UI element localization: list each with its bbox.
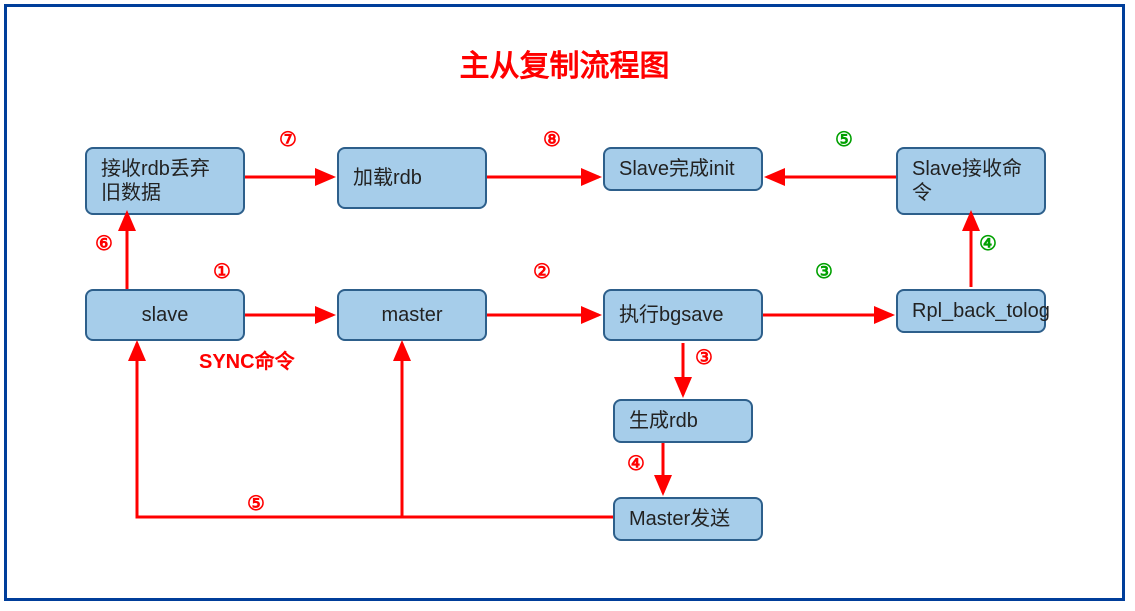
diagram-frame: 主从复制流程图 接收rdb丢弃旧数据 加载rdb Slave完成init Sla… <box>4 4 1125 601</box>
node-rpl-back: Rpl_back_tolog <box>896 289 1046 333</box>
label-4a: ④ <box>979 231 997 256</box>
node-gen-rdb: 生成rdb <box>613 399 753 443</box>
label-3b: ③ <box>695 345 713 370</box>
label-4b: ④ <box>627 451 645 476</box>
label-8: ⑧ <box>543 127 561 152</box>
node-recv-rdb: 接收rdb丢弃旧数据 <box>85 147 245 215</box>
node-master: master <box>337 289 487 341</box>
label-6: ⑥ <box>95 231 113 256</box>
label-1: ① <box>213 259 231 284</box>
diagram-title: 主从复制流程图 <box>7 41 1122 85</box>
label-5b: ⑤ <box>247 491 265 516</box>
node-master-send: Master发送 <box>613 497 763 541</box>
node-slave-recv-cmd: Slave接收命令 <box>896 147 1046 215</box>
label-7: ⑦ <box>279 127 297 152</box>
node-slave: slave <box>85 289 245 341</box>
label-2: ② <box>533 259 551 284</box>
label-5a: ⑤ <box>835 127 853 152</box>
node-bgsave: 执行bgsave <box>603 289 763 341</box>
node-load-rdb: 加载rdb <box>337 147 487 209</box>
label-3a: ③ <box>815 259 833 284</box>
label-sync: SYNC命令 <box>199 345 295 374</box>
node-slave-init: Slave完成init <box>603 147 763 191</box>
